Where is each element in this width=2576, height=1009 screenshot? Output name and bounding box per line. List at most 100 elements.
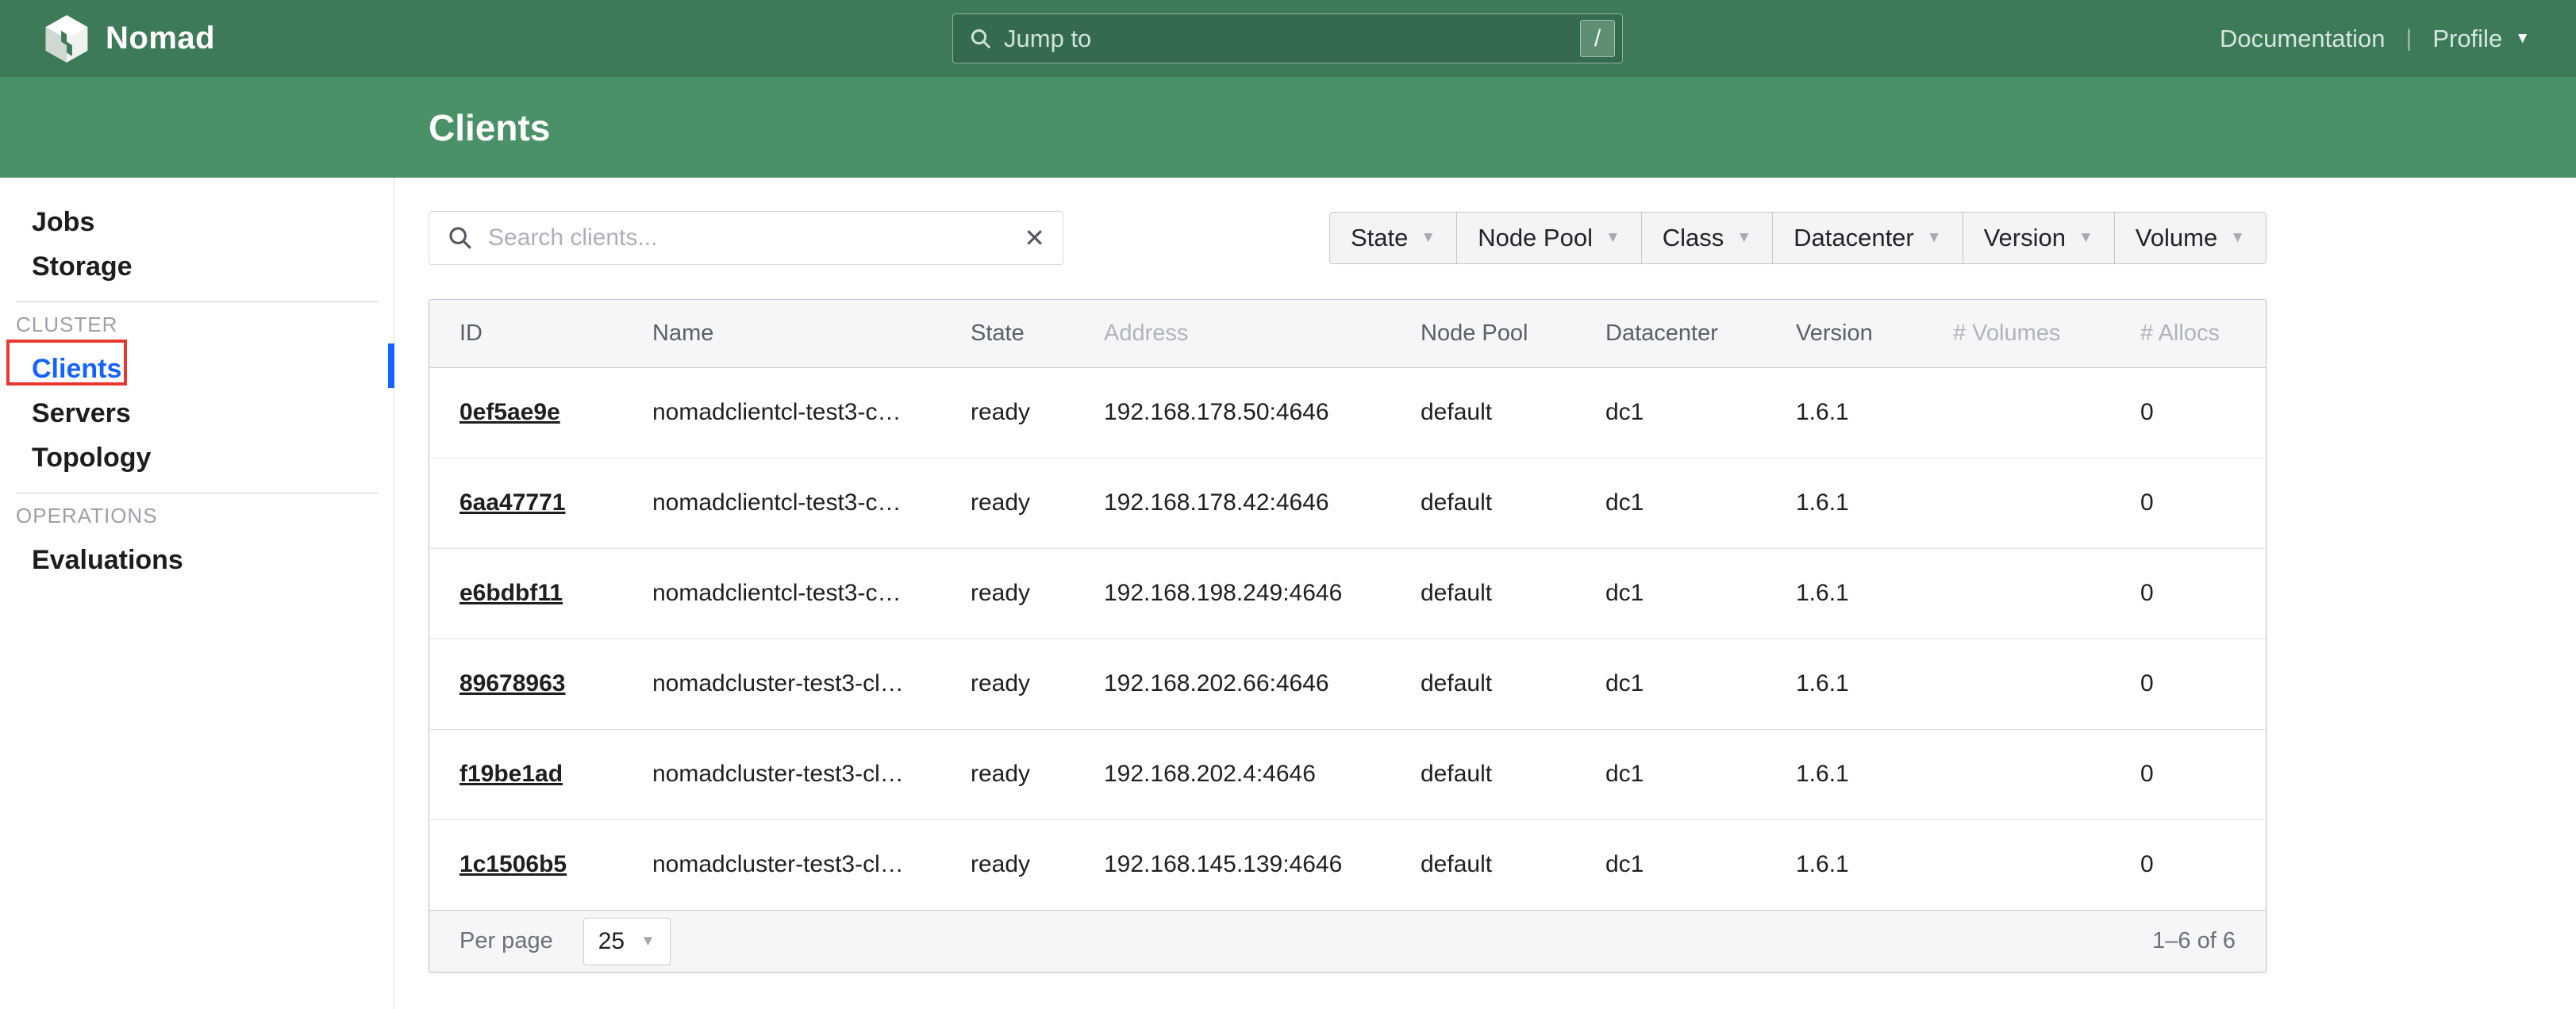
search-icon [969,27,993,51]
sidebar-item-clients[interactable]: Clients [32,347,394,391]
client-name: nomadclientcl-test3-c… [622,367,940,458]
jump-to-search[interactable]: Jump to / [952,13,1623,63]
client-state: ready [940,819,1074,910]
col-header-node-pool[interactable]: Node Pool [1390,300,1575,367]
col-header-state[interactable]: State [940,300,1074,367]
client-name: nomadcluster-test3-cl… [622,819,940,910]
client-id-link[interactable]: e6bdbf11 [459,580,563,606]
client-name: nomadcluster-test3-cl… [622,639,940,729]
client-state: ready [940,548,1074,639]
client-id-link[interactable]: 89678963 [459,670,565,696]
col-header-address: Address [1074,300,1390,367]
slash-shortcut-badge: / [1580,20,1615,57]
client-state: ready [940,639,1074,729]
sidebar-item-topology[interactable]: Topology [32,435,394,480]
col-header-id[interactable]: ID [429,300,622,367]
filter-node-pool[interactable]: Node Pool ▼ [1456,213,1641,263]
chevron-down-icon: ▼ [1421,229,1436,247]
client-address: 192.168.178.42:4646 [1074,458,1390,548]
client-address: 192.168.202.66:4646 [1074,639,1390,729]
client-allocs: 0 [2110,729,2266,819]
client-row[interactable]: e6bdbf11 nomadclientcl-test3-c… ready 19… [429,548,2266,639]
clients-table: ID Name State Address Node Pool Datacent… [429,300,2266,910]
client-datacenter: dc1 [1575,819,1766,910]
client-volumes [1923,367,2110,458]
client-datacenter: dc1 [1575,639,1766,729]
client-node-pool: default [1390,729,1575,819]
client-datacenter: dc1 [1575,367,1766,458]
sidebar-item-evaluations[interactable]: Evaluations [32,538,394,582]
client-node-pool: default [1390,819,1575,910]
sidebar: Jobs Storage CLUSTER Clients Servers Top… [0,178,394,1009]
client-row[interactable]: 0ef5ae9e nomadclientcl-test3-c… ready 19… [429,367,2266,458]
client-allocs: 0 [2110,548,2266,639]
client-row[interactable]: 1c1506b5 nomadcluster-test3-cl… ready 19… [429,819,2266,910]
clear-search-icon[interactable]: ✕ [1024,225,1045,251]
documentation-link[interactable]: Documentation [2220,25,2386,53]
client-id-link[interactable]: f19be1ad [459,761,563,787]
client-id-link[interactable]: 1c1506b5 [459,851,567,877]
clients-search-box: ✕ [429,211,1063,265]
client-version: 1.6.1 [1766,729,1923,819]
client-datacenter: dc1 [1575,729,1766,819]
client-address: 192.168.145.139:4646 [1074,819,1390,910]
chevron-down-icon: ▼ [1927,229,1942,247]
sidebar-item-servers[interactable]: Servers [32,391,394,435]
profile-menu[interactable]: Profile ▼ [2432,25,2530,53]
client-state: ready [940,458,1074,548]
client-address: 192.168.178.50:4646 [1074,367,1390,458]
col-header-volumes: # Volumes [1923,300,2110,367]
client-node-pool: default [1390,458,1575,548]
search-clients-input[interactable] [486,224,1024,252]
client-address: 192.168.198.249:4646 [1074,548,1390,639]
filter-state[interactable]: State ▼ [1330,213,1456,263]
client-allocs: 0 [2110,458,2266,548]
col-header-datacenter[interactable]: Datacenter [1575,300,1766,367]
per-page-value: 25 [598,928,625,955]
table-header-row: ID Name State Address Node Pool Datacent… [429,300,2266,367]
client-volumes [1923,458,2110,548]
client-id-link[interactable]: 6aa47771 [459,489,565,516]
sidebar-item-jobs[interactable]: Jobs [32,200,394,244]
client-name: nomadclientcl-test3-c… [622,458,940,548]
filter-group: State ▼ Node Pool ▼ Class ▼ Datacenter ▼… [1329,212,2266,264]
profile-label: Profile [2432,25,2502,53]
client-address: 192.168.202.4:4646 [1074,729,1390,819]
client-row[interactable]: f19be1ad nomadcluster-test3-cl… ready 19… [429,729,2266,819]
filter-version[interactable]: Version ▼ [1963,213,2114,263]
filter-class[interactable]: Class ▼ [1641,213,1772,263]
clients-table-panel: ID Name State Address Node Pool Datacent… [429,299,2266,973]
page-title: Clients [429,106,550,149]
client-datacenter: dc1 [1575,458,1766,548]
client-node-pool: default [1390,367,1575,458]
chevron-down-icon: ▼ [2515,30,2530,48]
chevron-down-icon: ▼ [2078,229,2093,247]
client-version: 1.6.1 [1766,367,1923,458]
filter-datacenter[interactable]: Datacenter ▼ [1772,213,1962,263]
client-volumes [1923,729,2110,819]
col-header-name[interactable]: Name [622,300,940,367]
per-page-select[interactable]: 25 ▼ [583,918,671,965]
client-version: 1.6.1 [1766,548,1923,639]
col-header-version[interactable]: Version [1766,300,1923,367]
client-node-pool: default [1390,548,1575,639]
chevron-down-icon: ▼ [640,933,656,950]
client-volumes [1923,548,2110,639]
client-node-pool: default [1390,639,1575,729]
page-subheader: Clients [0,77,2576,178]
client-allocs: 0 [2110,367,2266,458]
client-name: nomadclientcl-test3-c… [622,548,940,639]
client-version: 1.6.1 [1766,458,1923,548]
chevron-down-icon: ▼ [2230,229,2245,247]
nomad-brand-link[interactable]: Nomad [44,14,215,63]
client-row[interactable]: 6aa47771 nomadclientcl-test3-c… ready 19… [429,458,2266,548]
sidebar-item-storage[interactable]: Storage [32,244,394,289]
filter-volume[interactable]: Volume ▼ [2114,213,2266,263]
nomad-logo-icon [44,14,90,63]
client-version: 1.6.1 [1766,639,1923,729]
client-id-link[interactable]: 0ef5ae9e [459,399,560,425]
table-footer: Per page 25 ▼ 1–6 of 6 [429,910,2266,972]
client-row[interactable]: 89678963 nomadcluster-test3-cl… ready 19… [429,639,2266,729]
pagination-range: 1–6 of 6 [2152,928,2236,954]
client-volumes [1923,639,2110,729]
